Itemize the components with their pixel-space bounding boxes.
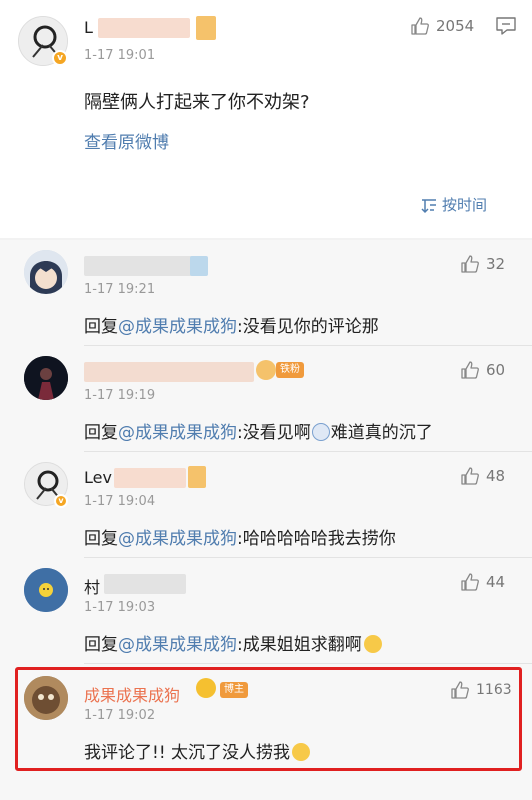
redacted-name-blur [84, 256, 204, 276]
verified-badge-icon: v [54, 494, 68, 508]
redacted-name-blur [104, 574, 186, 594]
reply-prefix: 回复 [84, 317, 118, 337]
mention-link[interactable]: @成果成果成狗 [118, 635, 237, 655]
comment-body: :哈哈哈哈哈我去捞你 [237, 529, 396, 549]
comment-like-count: 32 [486, 255, 506, 273]
reply-prefix: 回复 [84, 423, 118, 443]
thumb-up-icon [461, 573, 479, 591]
highlight-box [15, 667, 522, 771]
thumb-up-icon [461, 361, 479, 379]
redacted-name-blur [84, 362, 254, 382]
redacted-badge-blur [188, 466, 206, 488]
post-author-name[interactable]: L [84, 18, 93, 37]
comment-like-count: 60 [486, 361, 506, 379]
view-original-link[interactable]: 查看原微博 [84, 128, 169, 153]
reply-prefix: 回复 [84, 635, 118, 655]
thumb-up-icon [411, 17, 429, 35]
comment-like-count: 44 [486, 573, 506, 591]
surprised-emoji-icon [311, 423, 330, 441]
comment-like-button[interactable]: 48 [460, 466, 505, 486]
sort-by-time-button[interactable]: 按时间 [420, 194, 487, 215]
fan-badge: 铁粉 [276, 362, 304, 378]
reply-prefix: 回复 [84, 529, 118, 549]
comment-item: 铁粉 1-17 19:19 60 回复@成果成果成狗:没看见啊 难道真的沉了 [0, 346, 532, 452]
thumb-up-icon [461, 255, 479, 273]
post-like-button[interactable]: 2054 [410, 16, 474, 36]
commenter-avatar[interactable] [24, 356, 68, 400]
comment-like-button[interactable]: 60 [460, 360, 505, 380]
commenter-avatar[interactable] [24, 250, 68, 294]
commenter-avatar[interactable] [24, 568, 68, 612]
commenter-name[interactable]: 村 [84, 574, 100, 598]
comment-text: 回复@成果成果成狗:成果姐姐求翻啊 [84, 630, 382, 655]
original-post-card: v L 1-17 19:01 2054 隔壁俩人打起来了你不劝架? 查看原微博 … [0, 0, 532, 238]
comment-item: 村 1-17 19:03 44 回复@成果成果成狗:成果姐姐求翻啊 [0, 558, 532, 664]
comment-time: 1-17 19:03 [84, 600, 156, 615]
comment-like-count: 48 [486, 467, 506, 485]
comment-time: 1-17 19:19 [84, 388, 156, 403]
thumb-up-icon [461, 467, 479, 485]
comment-body-continued: 难道真的沉了 [330, 423, 433, 443]
sort-label: 按时间 [442, 196, 488, 214]
redacted-badge-blur [256, 360, 276, 380]
comment-like-button[interactable]: 32 [460, 254, 505, 274]
comment-icon[interactable] [495, 16, 517, 40]
sort-icon [421, 198, 436, 213]
mention-link[interactable]: @成果成果成狗 [118, 423, 237, 443]
mention-link[interactable]: @成果成果成狗 [118, 317, 237, 337]
comment-like-button[interactable]: 44 [460, 572, 505, 592]
commenter-name[interactable]: Lev [84, 468, 112, 487]
comment-text: 回复@成果成果成狗:没看见你的评论那 [84, 312, 379, 337]
comment-body: :没看见啊 [237, 423, 311, 443]
comment-time: 1-17 19:21 [84, 282, 156, 297]
comment-item: v Lev 1-17 19:04 48 回复@成果成果成狗:哈哈哈哈哈我去捞你 [0, 452, 532, 558]
surprised-emoji-icon [363, 635, 382, 653]
comment-item: 1-17 19:21 32 回复@成果成果成狗:没看见你的评论那 [0, 240, 532, 346]
redacted-badge-blur [196, 16, 216, 40]
post-like-count: 2054 [436, 17, 475, 35]
redacted-name-blur [98, 18, 190, 38]
comment-text: 回复@成果成果成狗:哈哈哈哈哈我去捞你 [84, 524, 396, 549]
comment-body: :成果姐姐求翻啊 [237, 635, 362, 655]
comment-time: 1-17 19:04 [84, 494, 156, 509]
verified-badge-icon: v [52, 50, 68, 66]
redacted-badge-blur [190, 256, 208, 276]
comment-text: 回复@成果成果成狗:没看见啊 难道真的沉了 [84, 418, 433, 443]
comment-body: :没看见你的评论那 [237, 317, 379, 337]
post-time: 1-17 19:01 [84, 48, 156, 63]
redacted-name-blur [114, 468, 186, 488]
mention-link[interactable]: @成果成果成狗 [118, 529, 237, 549]
post-text: 隔壁俩人打起来了你不劝架? [84, 92, 310, 113]
